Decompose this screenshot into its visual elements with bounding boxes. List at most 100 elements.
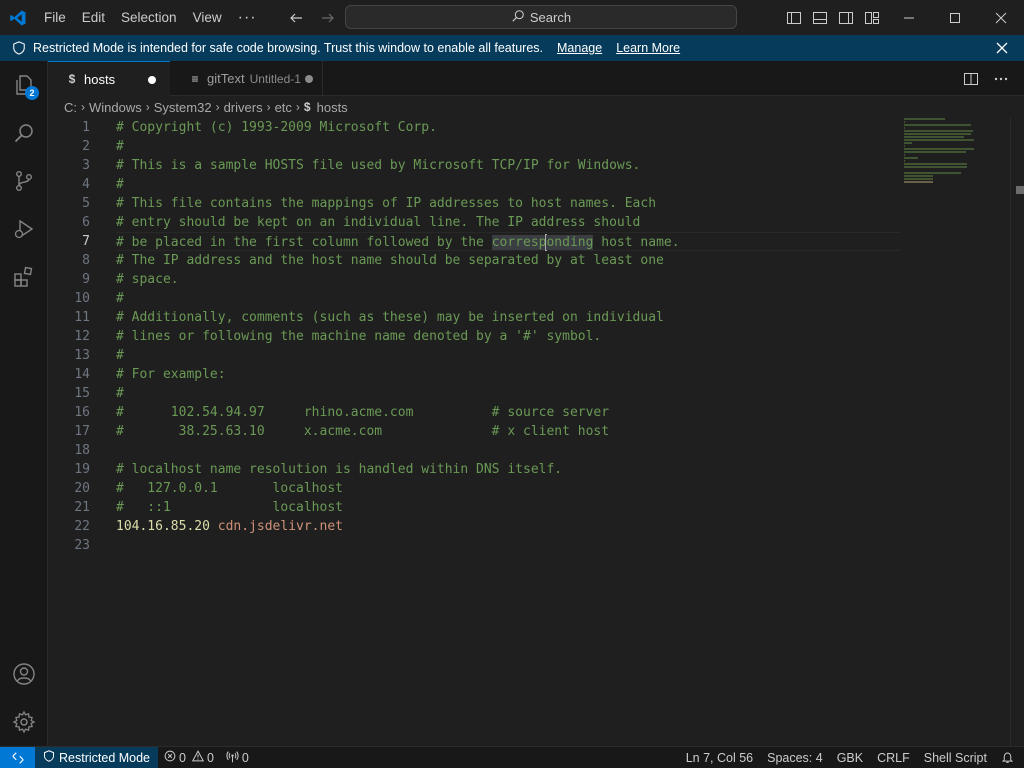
code-line[interactable]: # ::1 localhost — [116, 498, 900, 517]
minimap-line — [904, 139, 974, 141]
problems-status[interactable]: 0 0 — [158, 747, 220, 768]
code-line[interactable]: # This is a sample HOSTS file used by Mi… — [116, 156, 900, 175]
minimap-line — [904, 160, 905, 162]
settings-gear-icon[interactable] — [0, 698, 48, 746]
toggle-secondary-sidebar-icon[interactable] — [836, 7, 856, 29]
shell-file-icon: $ — [68, 72, 76, 86]
chevron-right-icon: › — [266, 100, 271, 114]
code-line[interactable]: # 38.25.63.10 x.acme.com # x client host — [116, 422, 900, 441]
code-line[interactable]: # Copyright (c) 1993-2009 Microsoft Corp… — [116, 118, 900, 137]
tab-label: hosts — [84, 71, 116, 87]
code-editor[interactable]: 1 2 3 4 5 6 7 8 9 10 11 12 13 14 15 16 17 18 19 20 21 22 23 # … — [48, 118, 1024, 746]
back-arrow-icon[interactable] — [285, 7, 307, 29]
code-line[interactable]: # — [116, 175, 900, 194]
search-icon — [511, 9, 525, 26]
minimap-line — [904, 163, 967, 165]
code-line[interactable] — [116, 536, 900, 555]
menu-edit[interactable]: Edit — [74, 7, 113, 29]
code-text: # be placed in the first column followed… — [116, 235, 492, 250]
more-actions-icon[interactable] — [990, 68, 1012, 90]
code-line[interactable]: # be placed in the first column followed… — [116, 232, 900, 251]
breadcrumb-item-windows[interactable]: Windows — [89, 100, 142, 115]
breadcrumb-item-file[interactable]: $ hosts — [304, 100, 348, 115]
search-view-icon[interactable] — [0, 109, 48, 157]
eol-status[interactable]: CRLF — [870, 747, 917, 768]
code-line[interactable]: # — [116, 384, 900, 403]
learn-more-link[interactable]: Learn More — [616, 41, 680, 55]
breadcrumb-item-etc[interactable]: etc — [275, 100, 292, 115]
maximize-icon[interactable] — [932, 0, 978, 35]
unsaved-dot-icon[interactable] — [148, 76, 156, 84]
breadcrumb-item-drive[interactable]: C: — [64, 100, 77, 115]
code-lines[interactable]: # Copyright (c) 1993-2009 Microsoft Corp… — [116, 118, 900, 555]
code-line[interactable]: # localhost name resolution is handled w… — [116, 460, 900, 479]
menu-file[interactable]: File — [36, 7, 74, 29]
tab-hosts[interactable]: $ hosts — [48, 61, 170, 96]
shield-icon — [43, 750, 55, 765]
breadcrumb-item-system32[interactable]: System32 — [154, 100, 212, 115]
minimize-icon[interactable] — [886, 0, 932, 35]
code-line[interactable]: # This file contains the mappings of IP … — [116, 194, 900, 213]
close-window-icon[interactable] — [978, 0, 1024, 35]
source-control-icon[interactable] — [0, 157, 48, 205]
line-number: 2 — [82, 139, 90, 154]
minimap-line — [904, 157, 918, 159]
run-debug-icon[interactable] — [0, 205, 48, 253]
accounts-icon[interactable] — [0, 650, 48, 698]
code-line[interactable]: # Additionally, comments (such as these)… — [116, 308, 900, 327]
remote-indicator-icon[interactable] — [0, 746, 35, 768]
unsaved-dot-icon[interactable] — [305, 75, 313, 83]
menu-selection[interactable]: Selection — [113, 7, 185, 29]
manage-link[interactable]: Manage — [557, 41, 602, 55]
code-line[interactable]: # — [116, 289, 900, 308]
minimap[interactable] — [904, 118, 1004, 183]
indentation-status[interactable]: Spaces: 4 — [760, 747, 830, 768]
toggle-primary-sidebar-icon[interactable] — [784, 7, 804, 29]
word-highlight: onding — [546, 235, 594, 250]
shield-icon — [11, 40, 27, 56]
tab-gittext[interactable]: ≡ gitText Untitled-1 — [171, 61, 323, 96]
warning-count: 0 — [206, 750, 214, 765]
code-line[interactable]: # The IP address and the host name shoul… — [116, 251, 900, 270]
restricted-mode-status[interactable]: Restricted Mode — [35, 746, 159, 768]
split-editor-icon[interactable] — [960, 68, 982, 90]
minimap-line — [904, 154, 905, 156]
notifications-bell-icon[interactable] — [994, 747, 1024, 768]
close-banner-icon[interactable] — [994, 40, 1010, 56]
explorer-icon[interactable]: 2 — [0, 61, 48, 109]
cursor-position[interactable]: Ln 7, Col 56 — [679, 747, 760, 768]
navigation-arrows — [285, 0, 339, 35]
encoding-status[interactable]: GBK — [830, 747, 870, 768]
language-mode-status[interactable]: Shell Script — [917, 747, 994, 768]
forward-arrow-icon[interactable] — [317, 7, 339, 29]
code-line[interactable]: # 102.54.94.97 rhino.acme.com # source s… — [116, 403, 900, 422]
code-line[interactable]: # — [116, 137, 900, 156]
word-highlight: corresp — [491, 235, 547, 250]
ports-status[interactable]: 0 — [220, 747, 255, 768]
code-line[interactable]: # — [116, 346, 900, 365]
menu-more-button[interactable]: ··· — [230, 9, 265, 27]
line-number: 7 — [82, 234, 90, 249]
customize-layout-icon[interactable] — [862, 7, 882, 29]
toggle-panel-icon[interactable] — [810, 7, 830, 29]
editor-actions — [960, 61, 1024, 96]
command-center-search[interactable]: Search — [345, 5, 737, 29]
menu-view[interactable]: View — [185, 7, 230, 29]
vertical-scrollbar[interactable] — [1010, 118, 1024, 746]
code-line[interactable]: # For example: — [116, 365, 900, 384]
tab-description: Untitled-1 — [249, 71, 301, 86]
error-icon — [164, 750, 176, 765]
extensions-icon[interactable] — [0, 253, 48, 301]
code-line[interactable]: 104.16.85.20 cdn.jsdelivr.net — [116, 517, 900, 536]
hostname-token: cdn.jsdelivr.net — [217, 519, 343, 534]
code-line[interactable]: # space. — [116, 270, 900, 289]
breadcrumb-file-label: hosts — [316, 99, 348, 115]
code-line[interactable]: # entry should be kept on an individual … — [116, 213, 900, 232]
code-line[interactable]: # lines or following the machine name de… — [116, 327, 900, 346]
search-label: Search — [529, 9, 572, 25]
menu-bar: File Edit Selection View ··· — [36, 0, 265, 35]
line-number: 22 — [74, 519, 90, 534]
code-line[interactable]: # 127.0.0.1 localhost — [116, 479, 900, 498]
breadcrumb-item-drivers[interactable]: drivers — [224, 100, 263, 115]
code-line[interactable] — [116, 441, 900, 460]
